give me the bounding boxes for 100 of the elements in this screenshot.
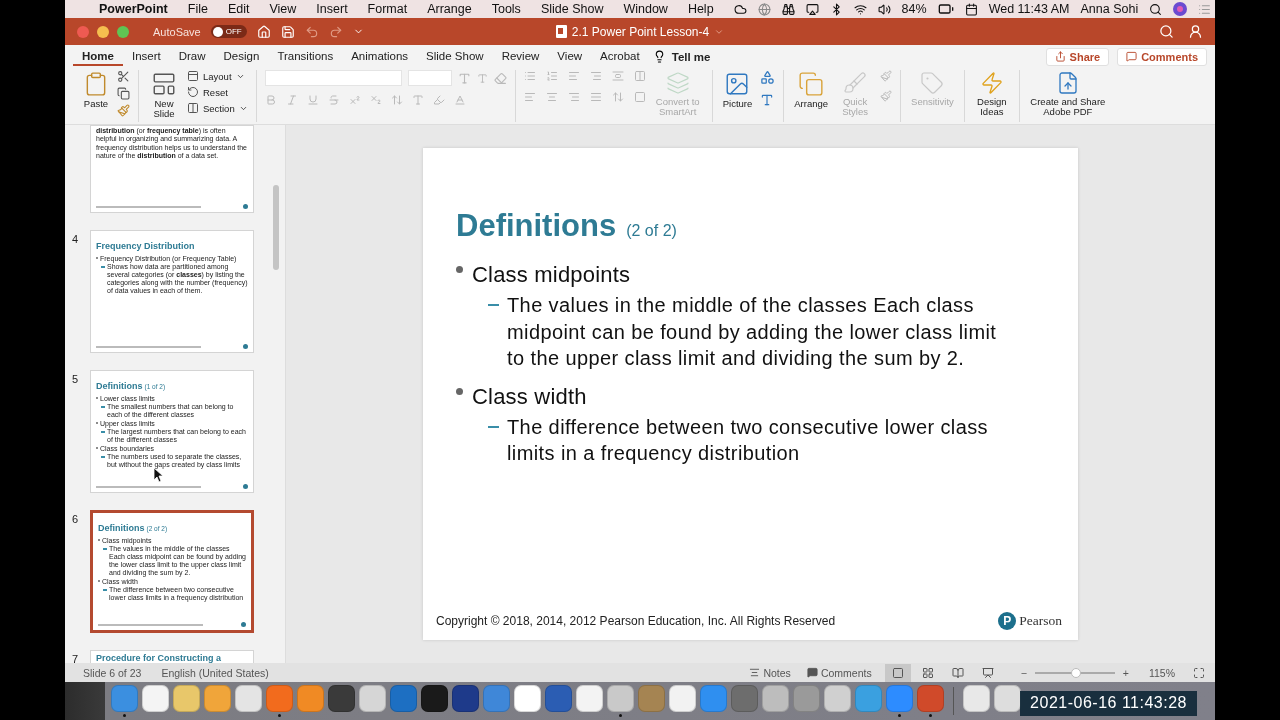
dash-icon [101, 266, 105, 269]
slide-title[interactable]: Definitions (2 of 2) [456, 208, 1038, 244]
bullets-icon[interactable] [523, 70, 536, 82]
slide-thumbnail[interactable] [90, 510, 254, 633]
ribbon-tab[interactable]: Acrobat [591, 47, 649, 66]
search-icon[interactable] [1149, 2, 1163, 16]
spacing-icon[interactable] [390, 94, 403, 106]
ribbon-button[interactable]: Paste [81, 70, 111, 110]
font-color-icon[interactable] [453, 94, 466, 106]
list-icon[interactable] [1198, 2, 1212, 16]
language-label[interactable]: English (United States) [161, 666, 269, 679]
numbering-icon[interactable] [545, 70, 558, 82]
scissors-icon[interactable] [117, 70, 130, 83]
ribbon-tab[interactable]: Animations [342, 47, 418, 66]
notes-button[interactable]: Notes [746, 666, 794, 679]
ribbon-button[interactable]: Arrange [792, 70, 831, 110]
slide-canvas[interactable] [423, 148, 1078, 640]
menu-item[interactable]: File [187, 2, 208, 16]
ribbon-tab[interactable]: Home [73, 47, 123, 66]
share-button[interactable]: Share [1045, 47, 1110, 66]
zoom-in-button[interactable]: + [1122, 666, 1129, 679]
slide-thumbnail[interactable]: Procedure for Constructing a [90, 650, 254, 663]
align-left-icon[interactable] [523, 91, 536, 103]
slide-number: 5 [71, 372, 80, 385]
tell-me-field[interactable]: Tell me [671, 50, 711, 63]
ribbon-button[interactable]: Design Ideas [972, 70, 1011, 118]
menu-item[interactable]: Arrange [427, 2, 472, 16]
menu-item[interactable]: Edit [227, 2, 250, 16]
superscript-icon[interactable] [348, 94, 361, 106]
siri-icon[interactable] [1173, 2, 1188, 16]
home-icon[interactable] [256, 24, 271, 39]
slide-menu-button[interactable]: Layout [187, 70, 248, 82]
ribbon-tab[interactable]: Review [492, 47, 549, 66]
font-size-field[interactable] [407, 70, 452, 86]
app-menu[interactable]: PowerPoint [99, 2, 168, 16]
text-box-icon[interactable] [760, 93, 775, 107]
person-icon[interactable] [1188, 24, 1203, 39]
highlighter-icon[interactable] [432, 94, 445, 106]
shapes-icon[interactable] [760, 70, 776, 85]
zoom-percentage[interactable]: 115% [1148, 666, 1175, 679]
clear-format-icon[interactable] [493, 71, 507, 85]
copy-icon[interactable] [117, 87, 130, 100]
cloud-icon[interactable] [733, 2, 747, 16]
menu-item[interactable]: View [269, 2, 297, 16]
autosave-toggle[interactable]: OFF [210, 25, 247, 38]
app-icon[interactable] [421, 685, 448, 712]
font-name-field[interactable] [264, 70, 402, 86]
binoculars-icon[interactable] [781, 2, 795, 16]
slide-menu-button[interactable]: Reset [187, 86, 248, 98]
justify-icon[interactable] [589, 91, 602, 103]
menu-clock[interactable]: Wed 11:43 AM [988, 2, 1070, 16]
logo-icon [243, 204, 248, 209]
save-icon[interactable] [280, 24, 295, 39]
format-painter-icon[interactable] [117, 104, 130, 117]
ribbon-tab[interactable]: Design [214, 47, 269, 66]
strikethrough-icon[interactable] [327, 94, 340, 106]
close-button[interactable] [77, 25, 89, 38]
user-name[interactable]: Anna Sohi [1080, 2, 1139, 16]
zoom-out-button[interactable]: − [1020, 666, 1027, 679]
battery-icon[interactable] [937, 1, 954, 17]
ribbon-button[interactable]: Create and Share Adobe PDF [1027, 70, 1108, 118]
comments-button[interactable]: Comments [1117, 47, 1207, 66]
menu-item[interactable]: Slide Show [540, 2, 604, 16]
slide-menu-button[interactable]: Section [187, 102, 248, 114]
ribbon-tab[interactable]: Draw [169, 47, 215, 66]
fit-icon[interactable] [1193, 666, 1205, 679]
comments-button[interactable]: Comments [803, 666, 875, 679]
volume-icon[interactable] [877, 2, 891, 16]
undo-icon[interactable] [304, 24, 319, 39]
menu-item[interactable]: Tools [491, 2, 521, 16]
align-right-icon[interactable] [567, 91, 580, 103]
menu-item[interactable]: Help [687, 2, 714, 16]
menu-item[interactable]: Window [623, 2, 668, 16]
globe-icon[interactable] [757, 2, 771, 16]
bold-icon[interactable] [264, 94, 277, 106]
redo-icon[interactable] [328, 24, 343, 39]
zoom-button[interactable] [117, 25, 129, 38]
ribbon-tab[interactable]: Transitions [268, 47, 343, 66]
ribbon-tab[interactable]: Insert [122, 47, 170, 66]
ribbon-button[interactable]: New Slide [147, 70, 181, 120]
menu-item[interactable]: Insert [316, 2, 348, 16]
underline-icon[interactable] [306, 94, 319, 106]
columns-icon[interactable] [633, 70, 646, 82]
align-center-icon[interactable] [545, 91, 558, 103]
zoom-slider-thumb[interactable] [1071, 667, 1082, 678]
ribbon-tab[interactable]: View [548, 47, 592, 66]
wifi-icon[interactable] [853, 2, 867, 16]
scrollbar-thumb[interactable] [273, 185, 279, 270]
app-icon[interactable] [994, 685, 1021, 712]
airplay-icon[interactable] [805, 2, 819, 16]
view-button[interactable] [884, 663, 911, 682]
line-spacing-icon[interactable] [611, 70, 624, 82]
italic-icon[interactable] [285, 94, 298, 106]
ribbon-button[interactable]: Picture [720, 70, 755, 110]
copyright-text: Copyright © 2018, 2014, 2012 Pearson Education, Inc. All Rights Reserved [436, 614, 836, 628]
ribbon-tab[interactable]: Slide Show [417, 47, 493, 66]
calendar-icon[interactable] [964, 2, 978, 16]
subscript-icon[interactable] [369, 94, 382, 106]
minimize-button[interactable] [97, 25, 109, 38]
menu-item[interactable]: Format [367, 2, 408, 16]
